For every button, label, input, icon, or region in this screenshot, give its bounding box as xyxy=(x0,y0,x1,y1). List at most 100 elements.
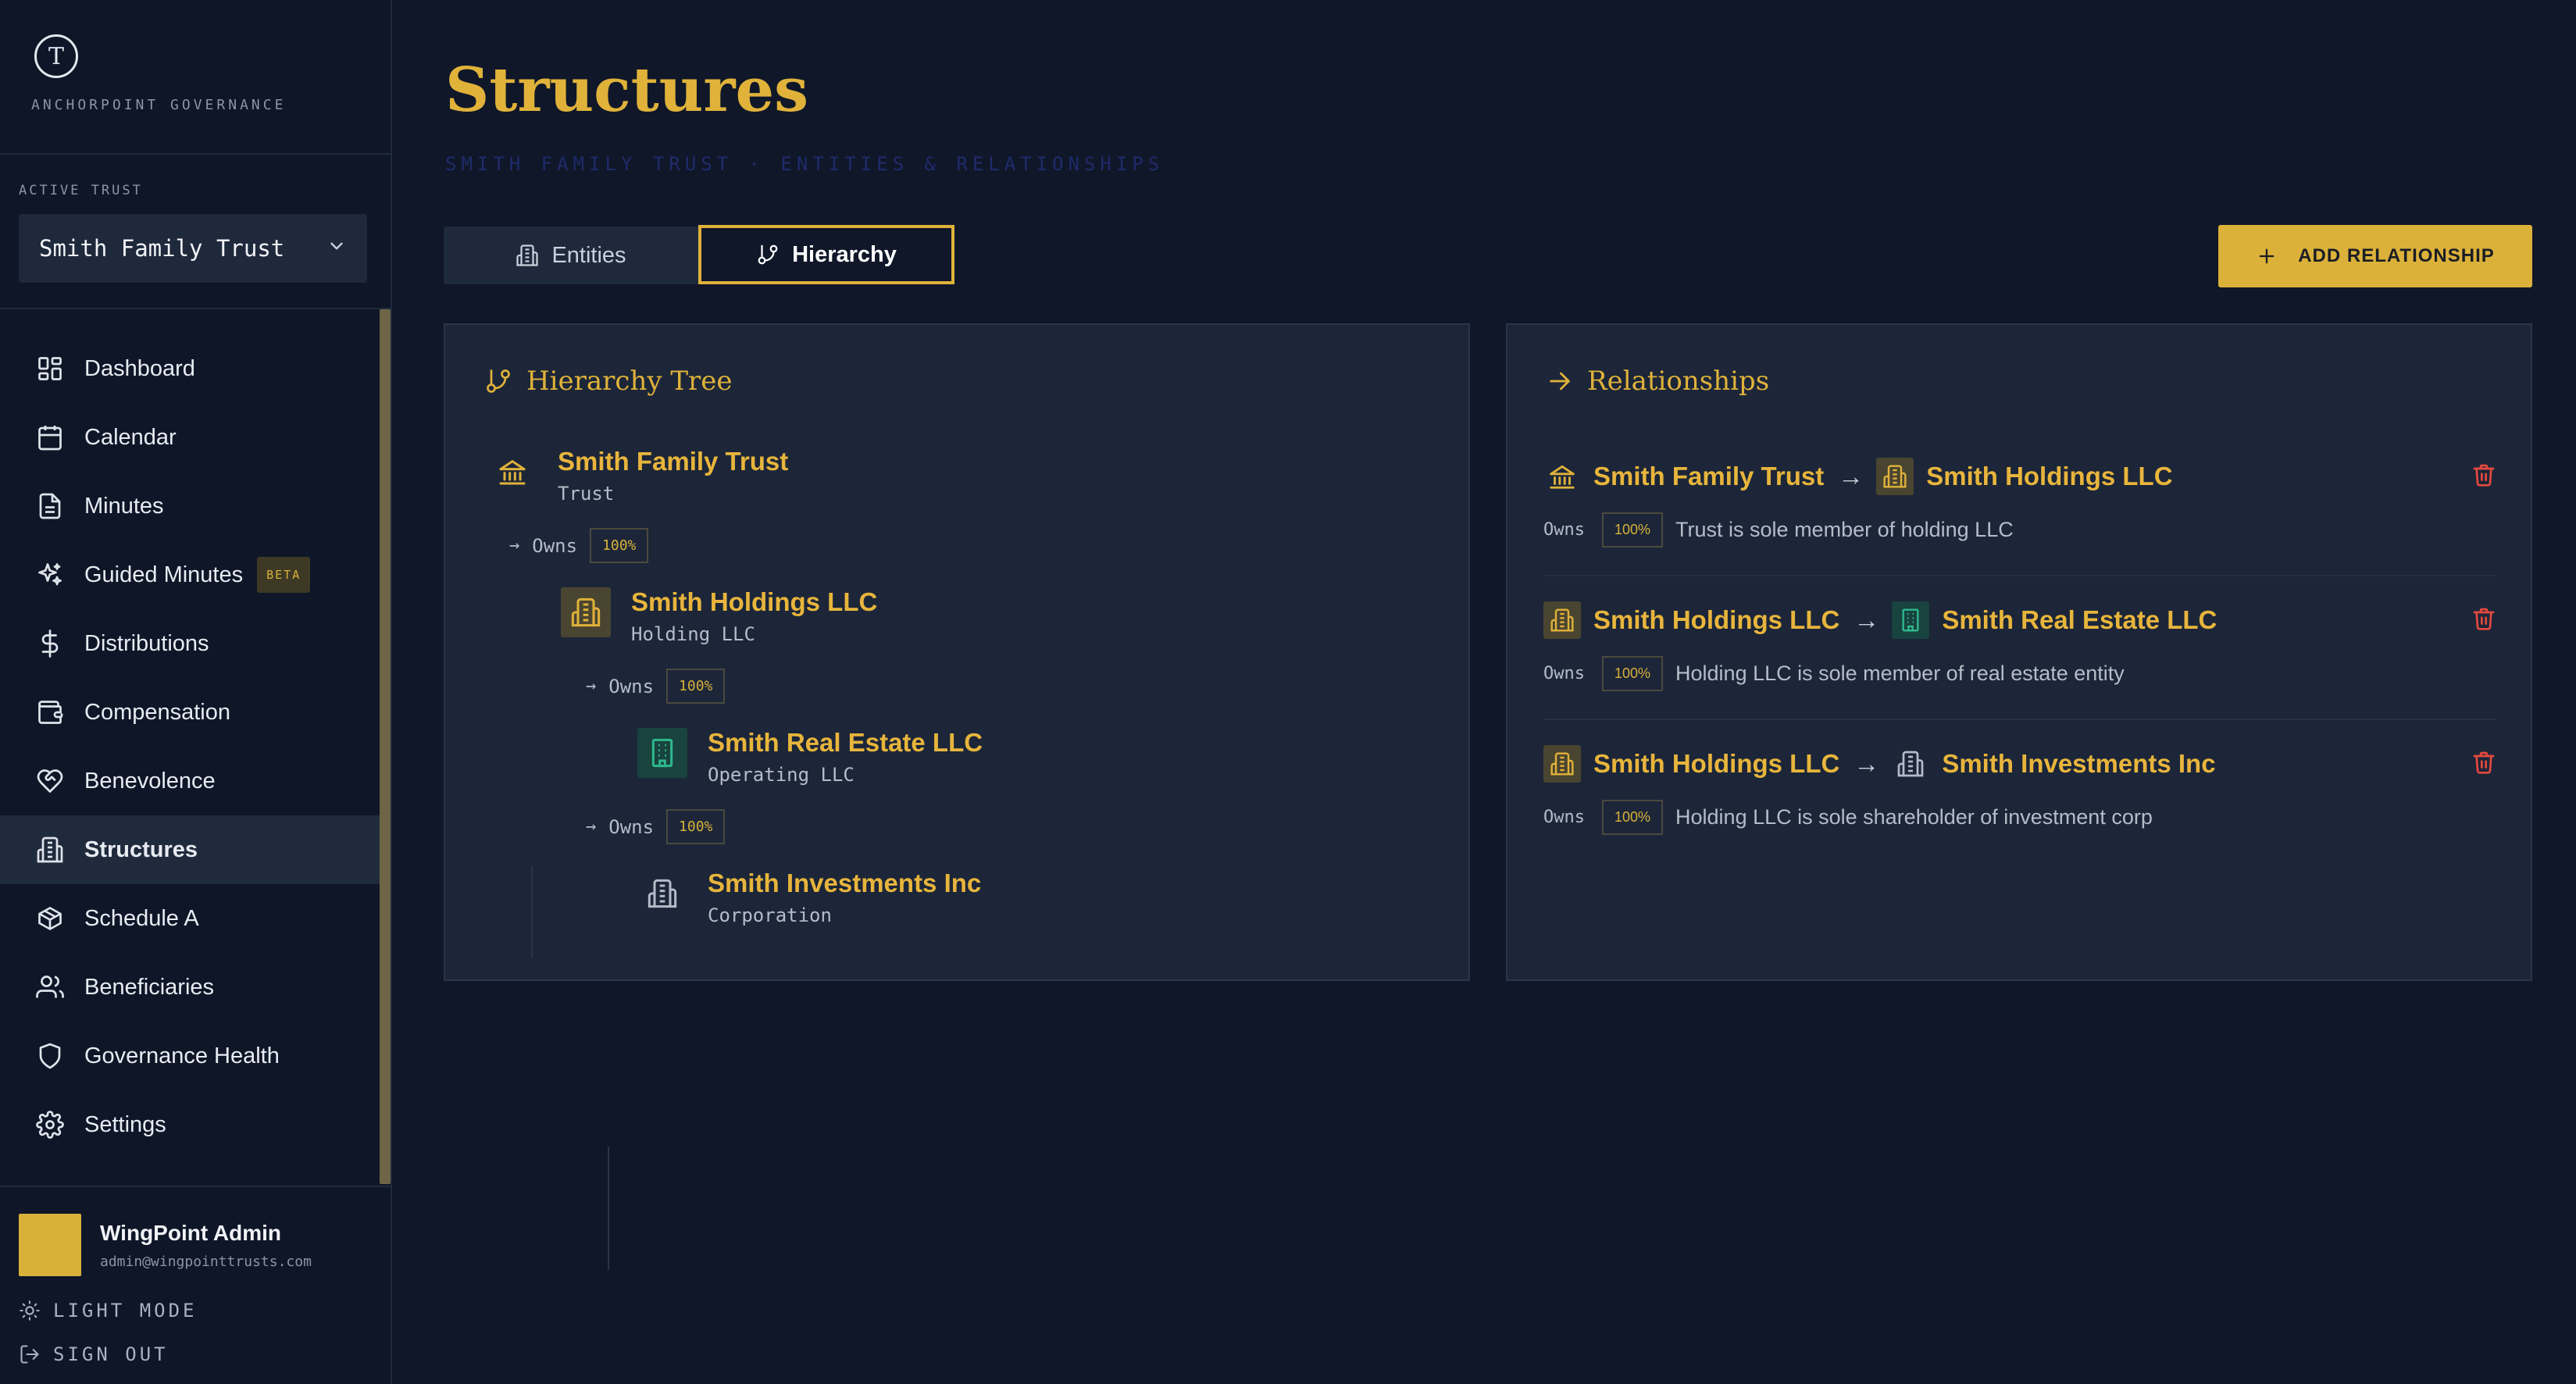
building-icon xyxy=(1892,601,1930,639)
relationship-from: Smith Family Trust xyxy=(1593,462,1825,490)
logo-letter: T xyxy=(48,42,64,70)
node-name: Smith Real Estate LLC xyxy=(708,728,983,757)
ownership-percent-badge: 100% xyxy=(666,669,726,704)
tree-node-trust[interactable]: Smith Family Trust Trust xyxy=(487,447,788,505)
view-tabs: Entities Hierarchy xyxy=(444,225,954,284)
add-relationship-button[interactable]: ADD RELATIONSHIP xyxy=(2218,225,2532,287)
sidebar-item-label: Dashboard xyxy=(84,355,195,381)
relationship-type: Owns xyxy=(1543,520,1585,540)
tree-guide-line xyxy=(531,865,533,958)
sidebar-item-minutes[interactable]: Minutes xyxy=(0,472,380,540)
relationship-from: Smith Holdings LLC xyxy=(1593,605,1840,634)
sidebar-item-dashboard[interactable]: Dashboard xyxy=(0,334,380,403)
brand-name: ANCHORPOINT GOVERNANCE xyxy=(31,97,287,113)
edge-label: Owns xyxy=(532,534,578,557)
package-icon xyxy=(34,903,66,934)
sidebar-item-structures[interactable]: Structures xyxy=(0,815,380,884)
arrow-right-icon: → xyxy=(1854,749,1880,778)
ownership-percent-badge: 100% xyxy=(590,528,649,563)
sidebar-item-beneficiaries[interactable]: Beneficiaries xyxy=(0,953,380,1022)
tree-node-investments[interactable]: Smith Investments Inc Corporation xyxy=(637,869,981,926)
avatar xyxy=(19,1214,81,1276)
divider xyxy=(1543,719,2496,720)
trash-icon[interactable] xyxy=(2471,606,2496,635)
light-mode-label: LIGHT MODE xyxy=(53,1300,198,1322)
arrow-right-icon: → xyxy=(586,817,597,836)
active-trust-select[interactable]: Smith Family Trust xyxy=(19,214,367,283)
sidebar-item-guided-minutes[interactable]: Guided Minutes BETA xyxy=(0,540,380,609)
user-name: WingPoint Admin xyxy=(100,1220,281,1245)
sign-out-label: SIGN OUT xyxy=(53,1343,169,1365)
ownership-percent-badge: 100% xyxy=(1601,656,1664,691)
user-profile[interactable]: WingPoint Admin admin@wingpointtrusts.co… xyxy=(19,1214,312,1276)
wallet-icon xyxy=(34,697,66,728)
building-icon xyxy=(637,869,687,919)
hierarchy-panel: Hierarchy Tree Smith Family Trust Trust … xyxy=(444,323,1470,1270)
dashboard-icon xyxy=(34,353,66,384)
edge-label: Owns xyxy=(608,675,655,697)
gear-icon xyxy=(34,1109,66,1140)
relationship-row[interactable]: Smith Family Trust → Smith Holdings LLC … xyxy=(1543,458,2496,548)
shield-icon xyxy=(34,1040,66,1072)
dollar-icon xyxy=(34,628,66,659)
sidebar-divider xyxy=(0,1186,392,1187)
sign-out-button[interactable]: SIGN OUT xyxy=(19,1343,169,1365)
relationship-to: Smith Real Estate LLC xyxy=(1942,605,2217,634)
arrow-right-icon: → xyxy=(1838,462,1864,490)
ownership-edge: → Owns 100% xyxy=(509,528,649,563)
sidebar-item-benevolence[interactable]: Benevolence xyxy=(0,747,380,815)
trash-icon[interactable] xyxy=(2471,750,2496,779)
sidebar-item-schedule-a[interactable]: Schedule A xyxy=(0,884,380,953)
tab-label: Entities xyxy=(551,242,626,268)
sidebar-item-label: Settings xyxy=(84,1111,166,1137)
node-type: Corporation xyxy=(708,904,832,926)
chevron-down-icon xyxy=(326,235,347,262)
sidebar-item-governance-health[interactable]: Governance Health xyxy=(0,1022,380,1090)
page-subtitle: SMITH FAMILY TRUST · ENTITIES & RELATION… xyxy=(445,153,1165,175)
tab-entities[interactable]: Entities xyxy=(444,227,698,284)
sidebar: T ANCHORPOINT GOVERNANCE ACTIVE TRUST Sm… xyxy=(0,0,392,1384)
sidebar-divider xyxy=(0,308,392,309)
relationship-from: Smith Holdings LLC xyxy=(1593,749,1840,778)
sidebar-item-distributions[interactable]: Distributions xyxy=(0,609,380,678)
beta-badge: BETA xyxy=(257,557,311,593)
sidebar-item-compensation[interactable]: Compensation xyxy=(0,678,380,747)
arrow-right-icon: → xyxy=(1854,605,1880,634)
relationships-panel: Relationships Smith Family Trust → Smith… xyxy=(1506,323,2532,981)
git-branch-icon xyxy=(758,244,778,265)
building-icon xyxy=(1543,745,1581,783)
building-icon xyxy=(1892,745,1929,783)
edge-label: Owns xyxy=(608,815,655,838)
page-title: Structures xyxy=(445,55,809,126)
tree-node-holding[interactable]: Smith Holdings LLC Holding LLC xyxy=(561,587,877,645)
arrow-right-icon xyxy=(1550,372,1570,391)
bank-icon xyxy=(1543,458,1581,495)
user-email: admin@wingpointtrusts.com xyxy=(100,1253,312,1270)
arrow-right-icon: → xyxy=(509,536,520,555)
tab-hierarchy[interactable]: Hierarchy xyxy=(698,225,954,284)
building-icon xyxy=(1876,458,1914,495)
sidebar-item-label: Compensation xyxy=(84,699,230,725)
relationships-panel-title: Relationships xyxy=(1547,366,1769,397)
trash-icon[interactable] xyxy=(2471,462,2496,491)
ownership-percent-badge: 100% xyxy=(1601,512,1664,548)
ownership-edge: → Owns 100% xyxy=(586,809,726,844)
git-branch-icon xyxy=(487,369,510,393)
tree-node-real-estate[interactable]: Smith Real Estate LLC Operating LLC xyxy=(637,728,983,786)
brand: T ANCHORPOINT GOVERNANCE xyxy=(31,34,286,113)
light-mode-toggle[interactable]: LIGHT MODE xyxy=(19,1300,198,1322)
relationship-note: Holding LLC is sole shareholder of inves… xyxy=(1675,805,2153,829)
heart-hand-icon xyxy=(34,765,66,797)
sidebar-item-label: Governance Health xyxy=(84,1043,280,1068)
relationship-row[interactable]: Smith Holdings LLC → Smith Investments I… xyxy=(1543,745,2496,835)
sidebar-item-label: Structures xyxy=(84,836,198,862)
relationship-row[interactable]: Smith Holdings LLC → Smith Real Estate L… xyxy=(1543,601,2496,691)
node-type: Trust xyxy=(558,483,615,505)
sidebar-item-calendar[interactable]: Calendar xyxy=(0,403,380,472)
ownership-percent-badge: 100% xyxy=(666,809,726,844)
panel-title-text: Hierarchy Tree xyxy=(526,366,733,397)
sidebar-scrollbar[interactable] xyxy=(380,309,391,1184)
ownership-percent-badge: 100% xyxy=(1601,800,1664,835)
users-icon xyxy=(34,972,66,1003)
sidebar-item-settings[interactable]: Settings xyxy=(0,1090,380,1159)
